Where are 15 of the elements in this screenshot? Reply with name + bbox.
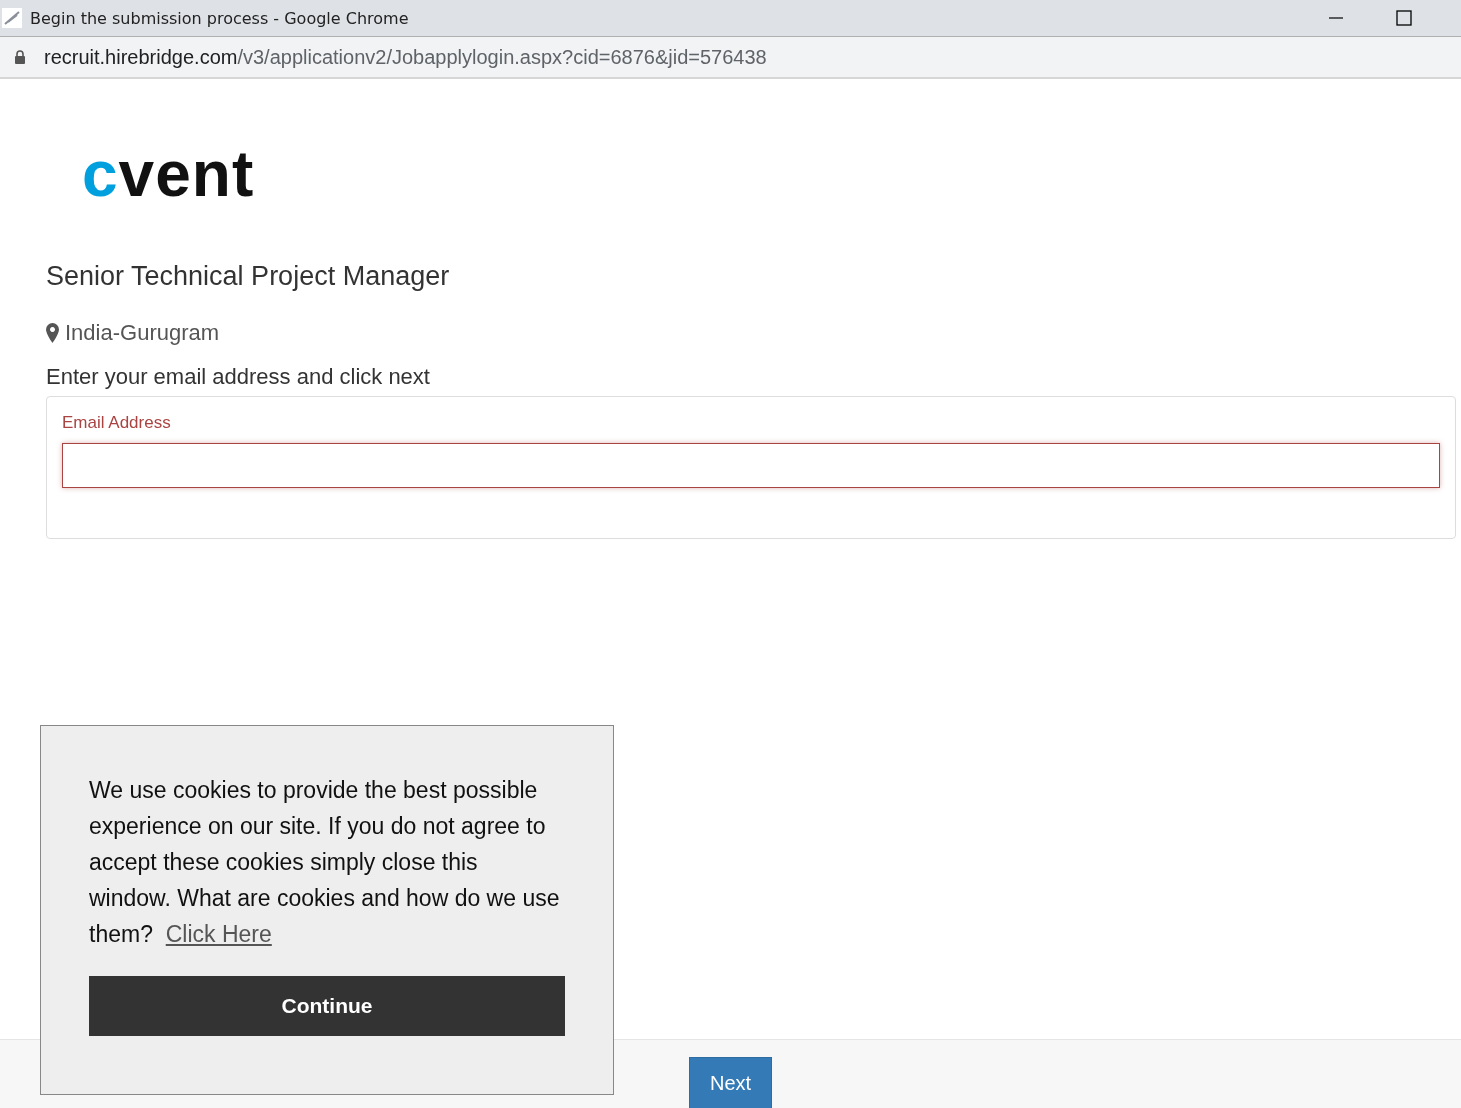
next-button[interactable]: Next bbox=[689, 1057, 772, 1108]
cookie-text: We use cookies to provide the best possible experience on our site. If you do not agree to accept these cookies simply close this window. What are cookies and how do we use them? Click Here bbox=[89, 776, 561, 949]
company-logo: cvent bbox=[82, 139, 256, 209]
map-pin-icon bbox=[46, 323, 59, 343]
email-label: Email Address bbox=[62, 413, 172, 433]
location-text: India-Gurugram bbox=[65, 320, 220, 346]
window-title: Begin the submission process - Google Chrome bbox=[30, 8, 409, 28]
lock-icon bbox=[14, 50, 26, 64]
continue-button[interactable]: Continue bbox=[89, 976, 565, 1036]
quill-icon bbox=[2, 8, 22, 28]
maximize-icon[interactable] bbox=[1396, 10, 1412, 26]
job-title: Senior Technical Project Manager bbox=[46, 261, 451, 292]
click-here-link[interactable]: Click Here bbox=[165, 921, 272, 947]
instruction-text: Enter your email address and click next bbox=[46, 364, 431, 390]
email-input[interactable] bbox=[62, 443, 1440, 488]
